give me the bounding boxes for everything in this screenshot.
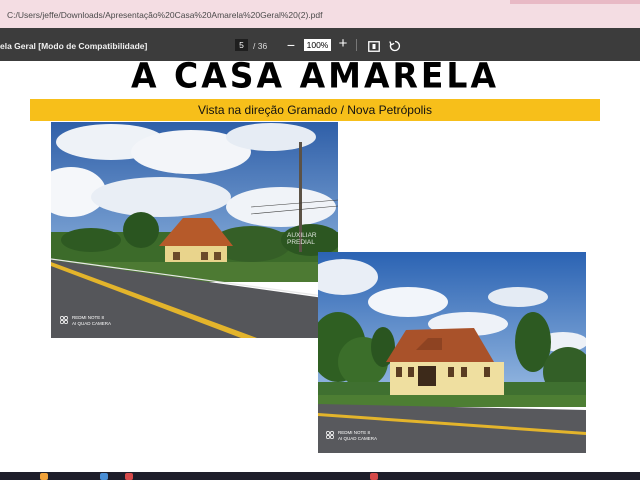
taskbar-app-icon[interactable] — [125, 473, 133, 480]
document-title: ela Geral [Modo de Compatibilidade] — [0, 41, 148, 51]
camera-stamp-line2: AI QUAD CAMERA — [72, 321, 112, 326]
house-photo-road-view: AUXILIAR PREDIAL REDMI NOTE 8 AI QUAD CA… — [51, 122, 338, 338]
taskbar-app-icon[interactable] — [100, 473, 108, 480]
zoom-out-button[interactable]: − — [284, 37, 298, 53]
camera-stamp-line2: AI QUAD CAMERA — [338, 436, 378, 441]
zoom-level-input[interactable]: 100% — [304, 39, 331, 51]
taskbar-app-icon[interactable] — [370, 473, 378, 480]
banner-strip: Vista na direção Gramado / Nova Petrópol… — [30, 99, 600, 121]
address-url[interactable]: C:/Users/jeffe/Downloads/Apresentação%20… — [7, 10, 322, 20]
browser-tab-strip — [510, 0, 640, 4]
page-number-input[interactable]: 5 — [235, 39, 248, 51]
zoom-in-button[interactable]: + — [336, 36, 350, 52]
watermark-text: AUXILIAR PREDIAL — [287, 232, 317, 246]
slide-heading: A CASA AMARELA — [130, 61, 500, 96]
camera-stamp: REDMI NOTE 8 AI QUAD CAMERA — [72, 315, 111, 327]
browser-address-bar[interactable]: C:/Users/jeffe/Downloads/Apresentação%20… — [0, 0, 640, 28]
watermark-line1: AUXILIAR — [287, 232, 317, 239]
taskbar-app-icon[interactable] — [40, 473, 48, 480]
os-taskbar — [0, 472, 640, 480]
pdf-page: A CASA AMARELA Vista na direção Gramado … — [0, 61, 640, 472]
camera-stamp: REDMI NOTE 8 AI QUAD CAMERA — [338, 430, 377, 442]
photo-front-view-image — [318, 252, 586, 453]
rotate-icon[interactable] — [389, 39, 401, 52]
banner-text: Vista na direção Gramado / Nova Petrópol… — [198, 103, 432, 117]
watermark-line2: PREDIAL — [287, 239, 315, 246]
pdf-toolbar: ela Geral [Modo de Compatibilidade] 5 / … — [0, 28, 640, 61]
toolbar-divider — [356, 39, 357, 51]
camera-stamp-icon — [326, 431, 334, 439]
photo-road-view-image — [51, 122, 338, 338]
fit-page-icon[interactable] — [368, 39, 380, 52]
camera-stamp-icon — [60, 316, 68, 324]
page-total: / 36 — [253, 41, 268, 51]
house-photo-front-view: REDMI NOTE 8 AI QUAD CAMERA — [318, 252, 586, 453]
